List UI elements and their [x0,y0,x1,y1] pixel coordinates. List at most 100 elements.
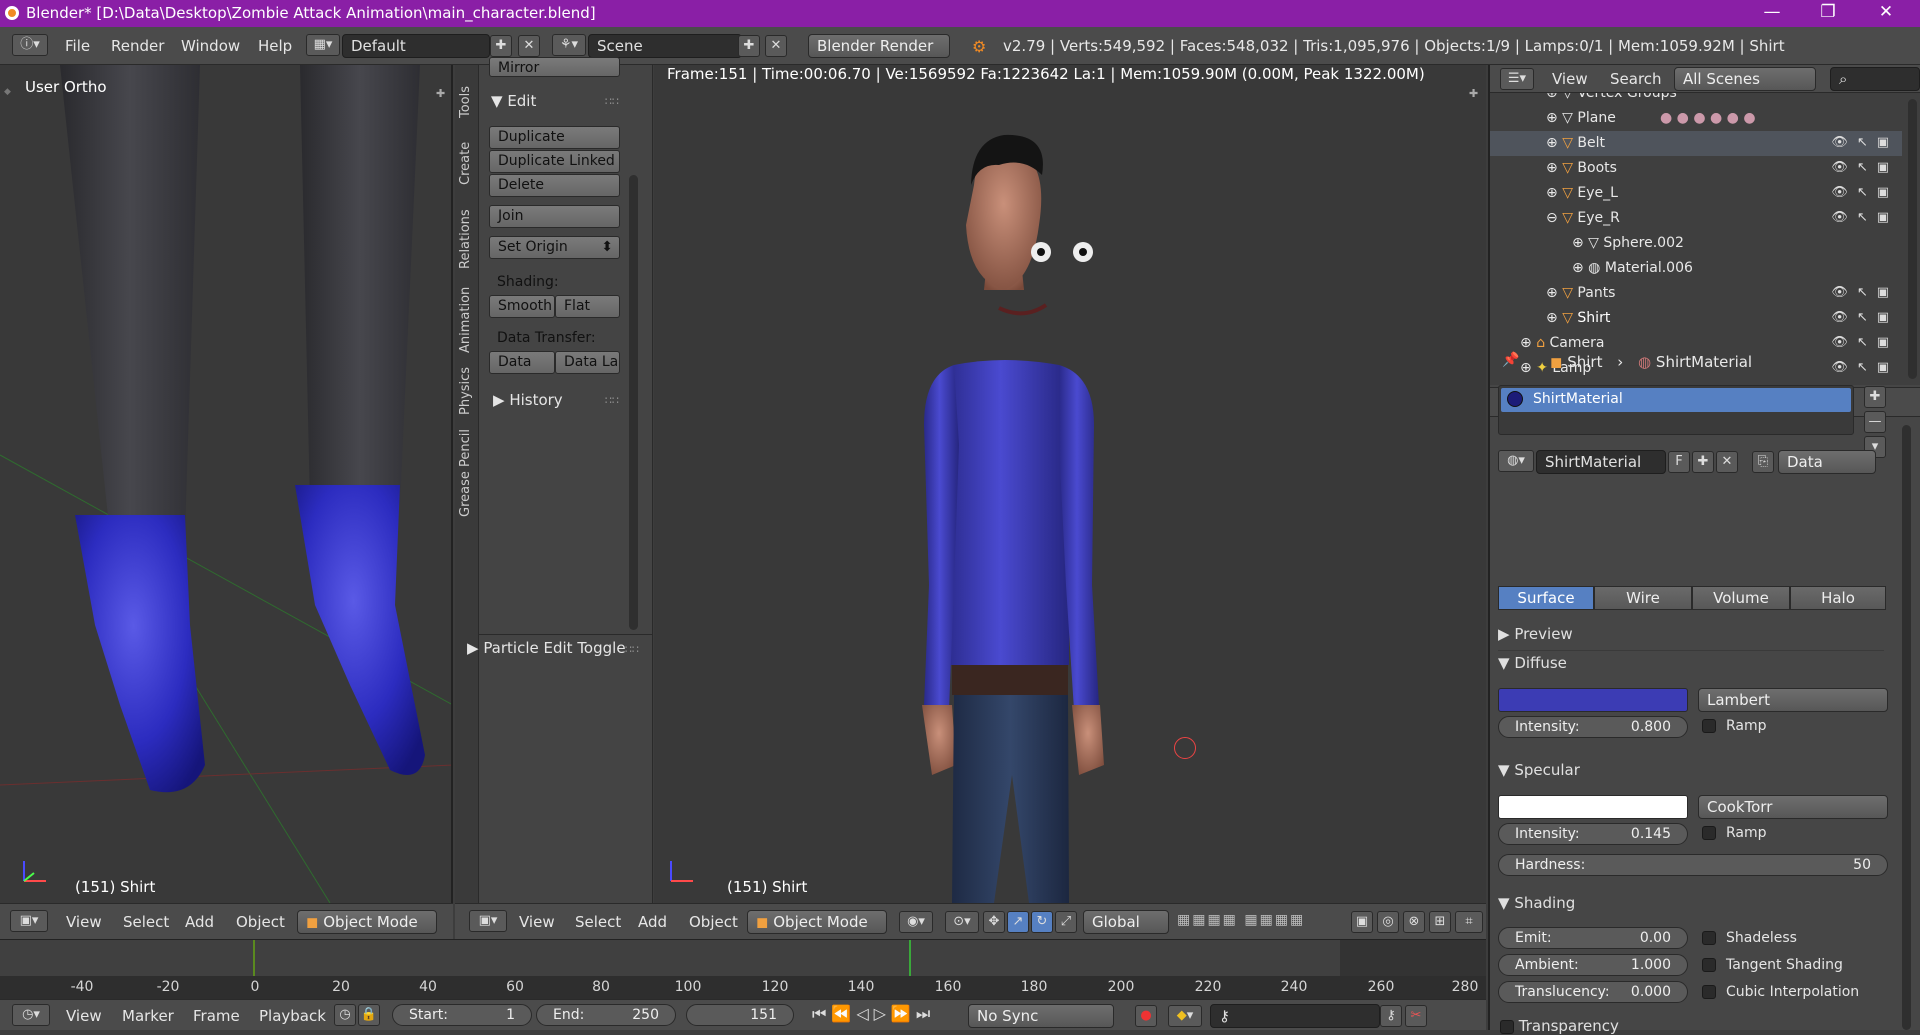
pivot-point-icon[interactable]: ⊙▾ [945,911,979,933]
shadeless-checkbox[interactable] [1702,931,1716,945]
data-layout-button[interactable]: Data La [555,351,620,374]
lock-range-icon[interactable]: 🔒 [358,1004,380,1026]
outliner-row-shirt[interactable]: ⊕ ▽ Shirt 👁↖▣ [1490,306,1902,331]
tab-animation[interactable]: Animation [458,273,473,353]
translucency-slider[interactable]: Translucency: 0.000 [1498,981,1688,1003]
material-slot-item[interactable]: ShirtMaterial [1501,388,1851,412]
menu-help[interactable]: Help [258,37,292,55]
layers-grid-icon[interactable]: ▦▦▦▦ ▦▦▦▦ [1177,912,1305,928]
timeline-playback-menu[interactable]: Playback [259,1007,326,1025]
specular-shader-select[interactable]: CookTorr [1698,795,1888,819]
translate-manipulator-icon[interactable]: ↗ [1007,911,1029,933]
hardness-slider[interactable]: Hardness: 50 [1498,854,1888,876]
tangent-shading-checkbox[interactable] [1702,958,1716,972]
material-browse-icon[interactable]: ◍▾ [1498,450,1534,472]
ambient-slider[interactable]: Ambient: 1.000 [1498,954,1688,976]
specular-color-swatch[interactable] [1498,795,1688,819]
outliner-row-pants[interactable]: ⊕ ▽ Pants 👁↖▣ [1490,281,1902,306]
main-editor-type-icon[interactable]: ▣▾ [469,910,507,932]
specular-intensity-slider[interactable]: Intensity: 0.145 [1498,823,1688,845]
history-drag-handle-icon[interactable]: ∷∷ [605,394,619,407]
close-button[interactable]: ✕ [1866,2,1906,24]
outliner-search-menu[interactable]: Search [1610,70,1662,88]
mirror-button[interactable]: Mirror [489,57,620,77]
info-editor-type-icon[interactable]: ⓘ▾ [12,34,48,56]
delete-scene-icon[interactable]: ✕ [765,35,787,57]
timeline-ruler[interactable]: -40 -20 0 20 40 60 80 100 120 140 160 18… [0,976,1486,1000]
cubic-interpolation-checkbox[interactable] [1702,985,1716,999]
start-frame-field[interactable]: Start: 1 [392,1004,532,1026]
main-object-menu[interactable]: Object [689,913,738,931]
data-transfer-button[interactable]: Data [489,351,555,374]
outliner-row-plane[interactable]: ⊕ ▽ Plane ● ● ● ● ● ● [1490,106,1902,131]
material-slot-list[interactable]: ShirtMaterial [1498,385,1854,435]
join-button[interactable]: Join [489,205,620,228]
delete-keyframe-icon[interactable]: ✂ [1405,1005,1427,1027]
tab-tools[interactable]: Tools [458,73,473,118]
current-frame-cursor[interactable] [909,940,911,976]
particle-edit-panel-header[interactable]: ▶ Particle Edit Toggle [467,639,626,657]
diffuse-panel-header[interactable]: ▼ Diffuse [1498,654,1567,672]
outliner-row-boots[interactable]: ⊕ ▽ Boots 👁↖▣ [1490,156,1902,181]
main-add-menu[interactable]: Add [638,913,667,931]
left-view-menu[interactable]: View [66,913,102,931]
edit-panel-header[interactable]: ▼ Edit [491,92,536,110]
sync-mode-select[interactable]: No Sync [968,1004,1114,1028]
history-panel-header[interactable]: ▶ History [493,391,563,409]
outliner-scrollbar[interactable] [1908,99,1917,379]
insert-keyframe-icon[interactable]: ⚷ [1380,1005,1402,1027]
specular-ramp-checkbox[interactable] [1702,826,1716,840]
outliner-row-vertex-groups[interactable]: ⊕ ▽ Vertex Groups [1490,93,1902,106]
diffuse-intensity-slider[interactable]: Intensity: 0.800 [1498,716,1688,738]
timeline-keyframe-area[interactable] [0,940,1486,976]
outliner-row-belt[interactable]: ⊕ ▽ Belt 👁↖▣ [1490,131,1902,156]
screen-layout-field[interactable]: Default [342,34,490,58]
scene-icon[interactable]: ⚘▾ [552,34,586,56]
left-object-menu[interactable]: Object [236,913,285,931]
timeline-frame-menu[interactable]: Frame [193,1007,240,1025]
tab-physics[interactable]: Physics [458,355,473,415]
timeline[interactable]: -40 -20 0 20 40 60 80 100 120 140 160 18… [0,939,1486,1000]
minimize-button[interactable]: — [1752,2,1792,24]
tool-shelf-scrollbar[interactable] [629,175,638,630]
current-frame-field[interactable]: 151 [686,1004,794,1026]
preview-panel-header[interactable]: ▶ Preview [1498,625,1573,643]
menu-file[interactable]: File [65,37,90,55]
add-slot-icon[interactable]: ✚ [1864,386,1886,408]
row-visibility-icons[interactable]: 👁↖▣ [1831,210,1898,225]
tab-halo[interactable]: Halo [1790,586,1886,610]
keyframe-type-icon[interactable]: ◆▾ [1168,1005,1202,1027]
add-layout-icon[interactable]: ✚ [490,35,512,57]
unlink-material-icon[interactable]: ✕ [1716,451,1738,473]
tab-grease-pencil[interactable]: Grease Pencil [458,417,473,517]
scale-manipulator-icon[interactable]: ⤢ [1055,911,1077,933]
row-visibility-icons[interactable]: 👁↖▣ [1831,135,1898,150]
tab-volume[interactable]: Volume [1692,586,1790,610]
end-frame-field[interactable]: End: 250 [536,1004,676,1026]
duplicate-button[interactable]: Duplicate [489,126,620,149]
link-mode-select[interactable]: Data [1778,450,1876,474]
outliner-scene-filter[interactable]: All Scenes [1674,67,1816,91]
manipulator-toggle-icon[interactable]: ✥ [983,911,1005,933]
new-material-icon[interactable]: ✚ [1692,451,1714,473]
row-visibility-icons[interactable]: 👁↖▣ [1831,185,1898,200]
particle-drag-handle-icon[interactable]: ∷∷ [625,643,639,656]
outliner-row-eye-r[interactable]: ⊖ ▽ Eye_R 👁↖▣ [1490,206,1902,231]
left-select-menu[interactable]: Select [123,913,169,931]
viewport-left[interactable]: ◆ ✚ User Ortho (151) Shirt [0,65,453,903]
row-visibility-icons[interactable]: 👁↖▣ [1831,310,1898,325]
outliner-search-input[interactable]: ⌕ [1830,67,1920,91]
timeline-marker-menu[interactable]: Marker [122,1007,174,1025]
timeline-view-menu[interactable]: View [66,1007,102,1025]
proportional-edit-icon[interactable]: ◎ [1377,911,1399,933]
left-editor-type-icon[interactable]: ▣▾ [10,910,48,932]
tab-surface[interactable]: Surface [1498,586,1594,610]
menu-render[interactable]: Render [111,37,164,55]
rotate-manipulator-icon[interactable]: ↻ [1031,911,1053,933]
main-select-menu[interactable]: Select [575,913,621,931]
row-visibility-icons[interactable]: 👁↖▣ [1831,360,1898,375]
snap-element-icon[interactable]: ⊞ [1429,911,1451,933]
3d-cursor-icon[interactable] [1174,737,1196,759]
record-icon[interactable]: ● [1135,1005,1157,1027]
specular-panel-header[interactable]: ▼ Specular [1498,761,1580,779]
